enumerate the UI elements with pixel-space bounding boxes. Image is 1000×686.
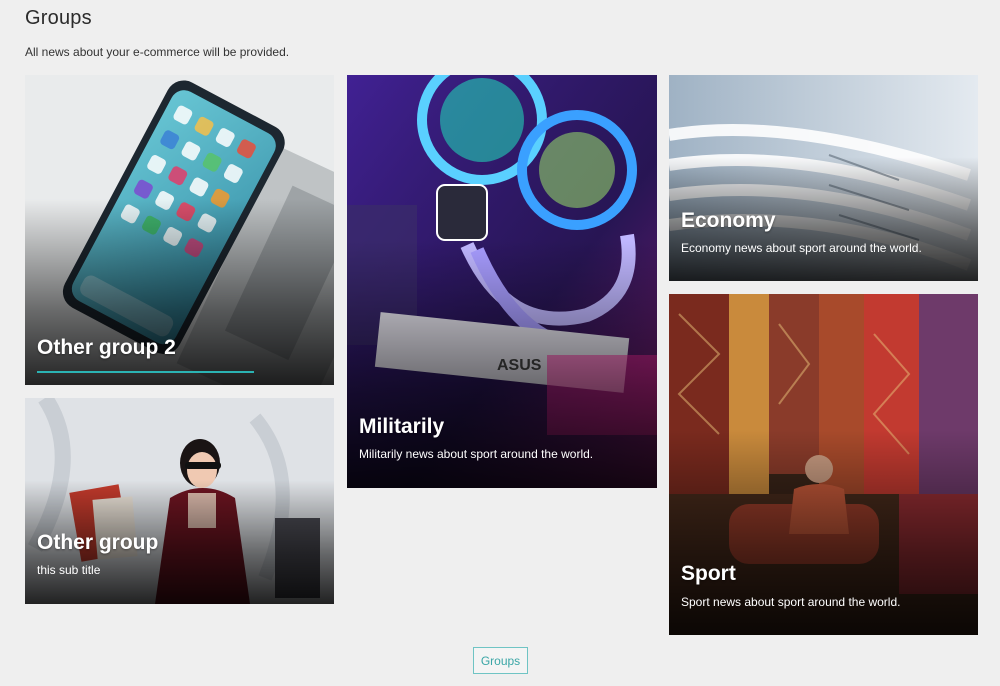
groups-button[interactable]: Groups [473, 647, 528, 674]
group-card-other-group-2[interactable]: Other group 2 [25, 75, 334, 385]
card-title: Other group [37, 531, 159, 554]
card-subtitle: Sport news about sport around the world. [681, 595, 901, 609]
group-card-other-group[interactable]: Other group this sub title [25, 398, 334, 604]
group-card-economy[interactable]: Economy Economy news about sport around … [669, 75, 978, 281]
card-title: Economy [681, 209, 776, 232]
card-subtitle: Economy news about sport around the worl… [681, 241, 922, 255]
card-subtitle: this sub title [37, 563, 101, 577]
group-card-sport[interactable]: Sport Sport news about sport around the … [669, 294, 978, 635]
card-subtitle: Militarily news about sport around the w… [359, 447, 594, 461]
page-title: Groups [25, 7, 92, 29]
card-title-underline [37, 371, 254, 373]
group-card-militarily[interactable]: ASUS Militarily Militarily news about sp… [347, 75, 657, 488]
card-title: Other group 2 [37, 336, 176, 359]
card-title: Sport [681, 562, 736, 585]
card-title: Militarily [359, 415, 445, 438]
page-subtitle: All news about your e-commerce will be p… [25, 45, 290, 59]
